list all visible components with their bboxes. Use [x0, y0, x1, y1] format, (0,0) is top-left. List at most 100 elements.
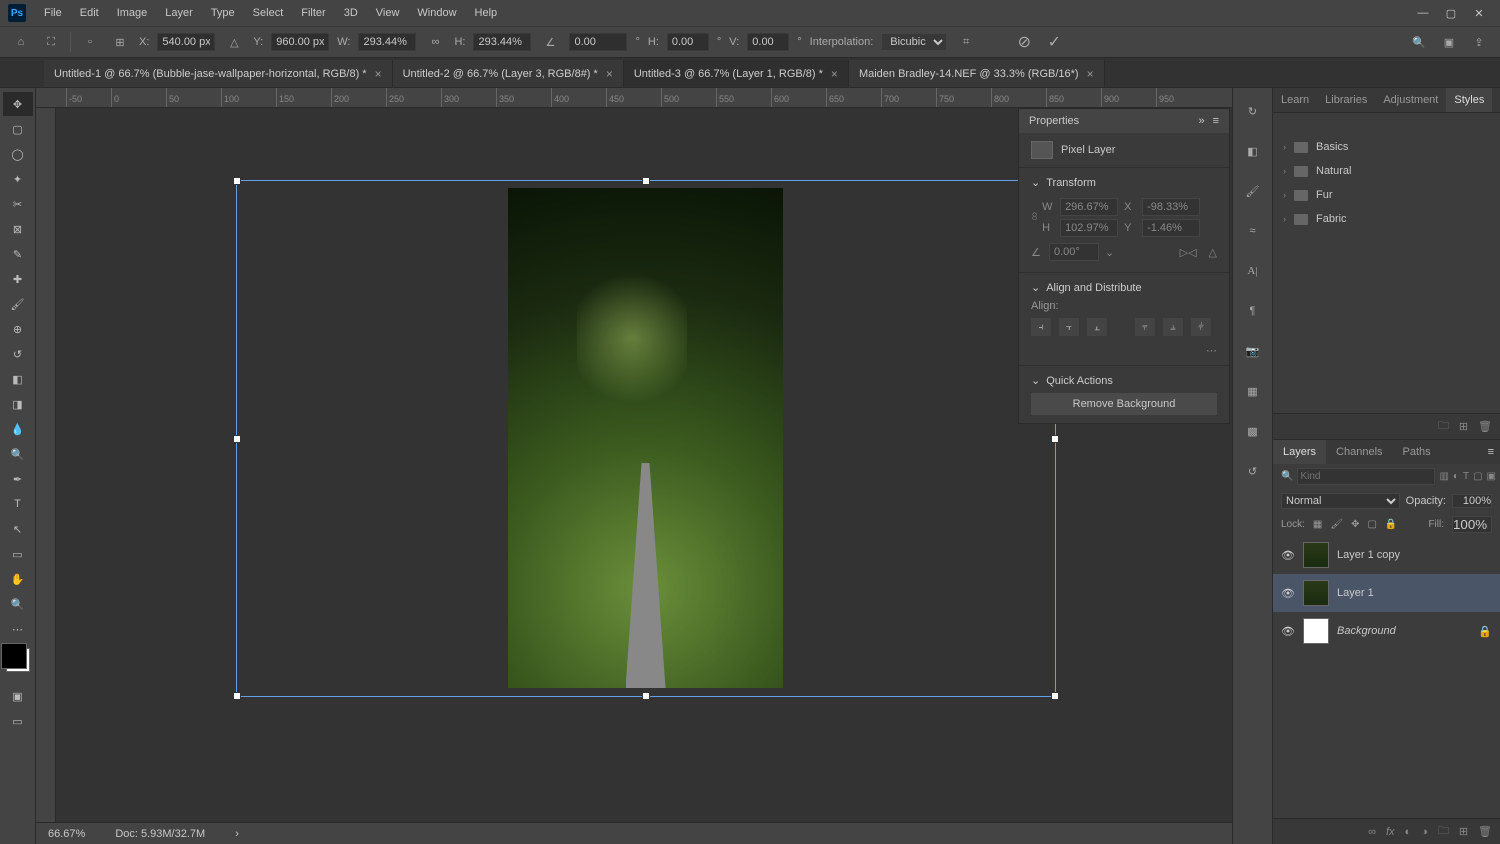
w-input[interactable] [358, 33, 416, 51]
tab-untitled-1[interactable]: Untitled-1 @ 66.7% (Bubble-jase-wallpape… [44, 60, 393, 87]
blur-tool[interactable]: 💧 [3, 417, 33, 441]
tab-channels[interactable]: Channels [1326, 440, 1392, 464]
chevron-down-icon[interactable]: ⌄ [1031, 374, 1040, 387]
commit-transform-icon[interactable]: ✓ [1043, 31, 1065, 53]
group-icon[interactable]: 🗀 [1438, 822, 1449, 841]
styles-folder-basics[interactable]: ›Basics [1273, 135, 1500, 159]
transform-angle-input[interactable] [1049, 243, 1099, 261]
layer-mask-icon[interactable]: ◐ [1405, 826, 1412, 838]
clone-stamp-tool[interactable]: ⊕ [3, 317, 33, 341]
filter-adjustment-icon[interactable]: ◐ [1453, 469, 1459, 485]
pen-tool[interactable]: ✒ [3, 467, 33, 491]
reference-point-icon[interactable]: ▫ [79, 31, 101, 53]
link-wh-icon[interactable]: ∞ [424, 31, 446, 53]
angle-input[interactable] [569, 33, 627, 51]
tab-layers[interactable]: Layers [1273, 440, 1326, 464]
eraser-tool[interactable]: ◧ [3, 367, 33, 391]
filter-type-icon[interactable]: T [1463, 469, 1469, 485]
layer-effects-icon[interactable]: fx [1386, 826, 1395, 838]
artboard-tool[interactable]: ▢ [3, 117, 33, 141]
filter-shape-icon[interactable]: ▢ [1473, 469, 1482, 485]
lock-all-icon[interactable]: 🔒 [1385, 519, 1397, 530]
tab-maiden-bradley[interactable]: Maiden Bradley-14.NEF @ 33.3% (RGB/16*)× [849, 60, 1105, 87]
visibility-icon[interactable]: 👁 [1281, 549, 1295, 562]
color-panel-icon[interactable]: ◧ [1240, 138, 1266, 164]
screen-mode-icon[interactable]: ▭ [3, 709, 33, 733]
menu-edit[interactable]: Edit [72, 3, 107, 23]
align-left-icon[interactable]: ⫞ [1031, 318, 1051, 336]
close-icon[interactable]: × [831, 67, 838, 81]
close-icon[interactable]: ✕ [1472, 7, 1486, 20]
layer-item[interactable]: 👁 Background 🔒 [1273, 612, 1500, 650]
transform-w-input[interactable] [1060, 198, 1118, 216]
search-icon[interactable]: 🔍 [1408, 31, 1430, 53]
tab-untitled-2[interactable]: Untitled-2 @ 66.7% (Layer 3, RGB/8#) *× [393, 60, 624, 87]
transform-x-input[interactable] [1142, 198, 1200, 216]
close-icon[interactable]: × [1087, 67, 1094, 81]
character-panel-icon[interactable]: A| [1240, 258, 1266, 284]
collapse-icon[interactable]: » [1198, 115, 1204, 127]
layer-item[interactable]: 👁 Layer 1 copy [1273, 536, 1500, 574]
reference-grid-icon[interactable]: ⊞ [109, 31, 131, 53]
swatches-panel-icon[interactable]: ≈ [1240, 218, 1266, 244]
align-right-icon[interactable]: ⫠ [1087, 318, 1107, 336]
transform-handle[interactable] [642, 177, 650, 185]
flip-horizontal-icon[interactable]: ▷◁ [1180, 246, 1197, 259]
brushes-panel-icon[interactable]: 🖌 [1240, 178, 1266, 204]
transform-handle[interactable] [233, 435, 241, 443]
y-input[interactable] [271, 33, 329, 51]
share-icon[interactable]: ⇪ [1468, 31, 1490, 53]
crop-tool[interactable]: ✂ [3, 192, 33, 216]
transform-handle[interactable] [1051, 435, 1059, 443]
panel-menu-icon[interactable]: ≡ [1213, 115, 1219, 127]
align-center-h-icon[interactable]: ⫟ [1059, 318, 1079, 336]
styles-folder-fabric[interactable]: ›Fabric [1273, 207, 1500, 231]
canvas[interactable]: Properties » ≡ Pixel Layer ⌄Transform 𝟾 [56, 108, 1232, 822]
gradient-tool[interactable]: ◨ [3, 392, 33, 416]
link-icon[interactable]: 𝟾 [1031, 211, 1038, 224]
eyedropper-tool[interactable]: ✎ [3, 242, 33, 266]
h-input[interactable] [473, 33, 531, 51]
new-layer-icon[interactable]: ⊞ [1459, 825, 1468, 838]
camera-panel-icon[interactable]: 📷 [1240, 338, 1266, 364]
brush-tool[interactable]: 🖌 [3, 292, 33, 316]
quick-mask-icon[interactable]: ▣ [3, 684, 33, 708]
delete-layer-icon[interactable]: 🗑 [1478, 825, 1492, 838]
styles-folder-natural[interactable]: ›Natural [1273, 159, 1500, 183]
transform-handle[interactable] [642, 692, 650, 700]
rectangle-tool[interactable]: ▭ [3, 542, 33, 566]
menu-select[interactable]: Select [245, 3, 292, 23]
edit-toolbar[interactable]: ⋯ [3, 617, 33, 641]
hand-tool[interactable]: ✋ [3, 567, 33, 591]
transform-h-input[interactable] [1060, 219, 1118, 237]
tab-libraries[interactable]: Libraries [1317, 88, 1375, 112]
warp-icon[interactable]: ⌗ [955, 31, 977, 53]
align-bottom-icon[interactable]: ⫩ [1191, 318, 1211, 336]
frame-tool[interactable]: ⊠ [3, 217, 33, 241]
cancel-transform-icon[interactable]: ⊘ [1013, 31, 1035, 53]
vskew-input[interactable] [747, 33, 789, 51]
close-icon[interactable]: × [375, 67, 382, 81]
menu-view[interactable]: View [368, 3, 408, 23]
history-brush-tool[interactable]: ↺ [3, 342, 33, 366]
hskew-input[interactable] [667, 33, 709, 51]
menu-filter[interactable]: Filter [293, 3, 333, 23]
menu-window[interactable]: Window [409, 3, 464, 23]
lock-image-icon[interactable]: 🖌 [1330, 519, 1343, 530]
menu-3d[interactable]: 3D [336, 3, 366, 23]
opacity-input[interactable] [1452, 494, 1492, 508]
tab-styles[interactable]: Styles [1446, 88, 1492, 112]
filter-smart-icon[interactable]: ▣ [1487, 469, 1496, 485]
remove-background-button[interactable]: Remove Background [1031, 393, 1217, 415]
blend-mode-select[interactable]: Normal [1281, 493, 1400, 509]
minimize-icon[interactable]: — [1416, 7, 1430, 20]
move-tool[interactable]: ✥ [3, 92, 33, 116]
zoom-level[interactable]: 66.67% [48, 828, 85, 840]
tab-learn[interactable]: Learn [1273, 88, 1317, 112]
magic-wand-tool[interactable]: ✦ [3, 167, 33, 191]
layer-item[interactable]: 👁 Layer 1 [1273, 574, 1500, 612]
maximize-icon[interactable]: ▢ [1444, 7, 1458, 20]
filter-pixel-icon[interactable]: ▥ [1439, 469, 1448, 485]
paragraph-panel-icon[interactable]: ¶ [1240, 298, 1266, 324]
swap-xy-icon[interactable]: △ [223, 31, 245, 53]
